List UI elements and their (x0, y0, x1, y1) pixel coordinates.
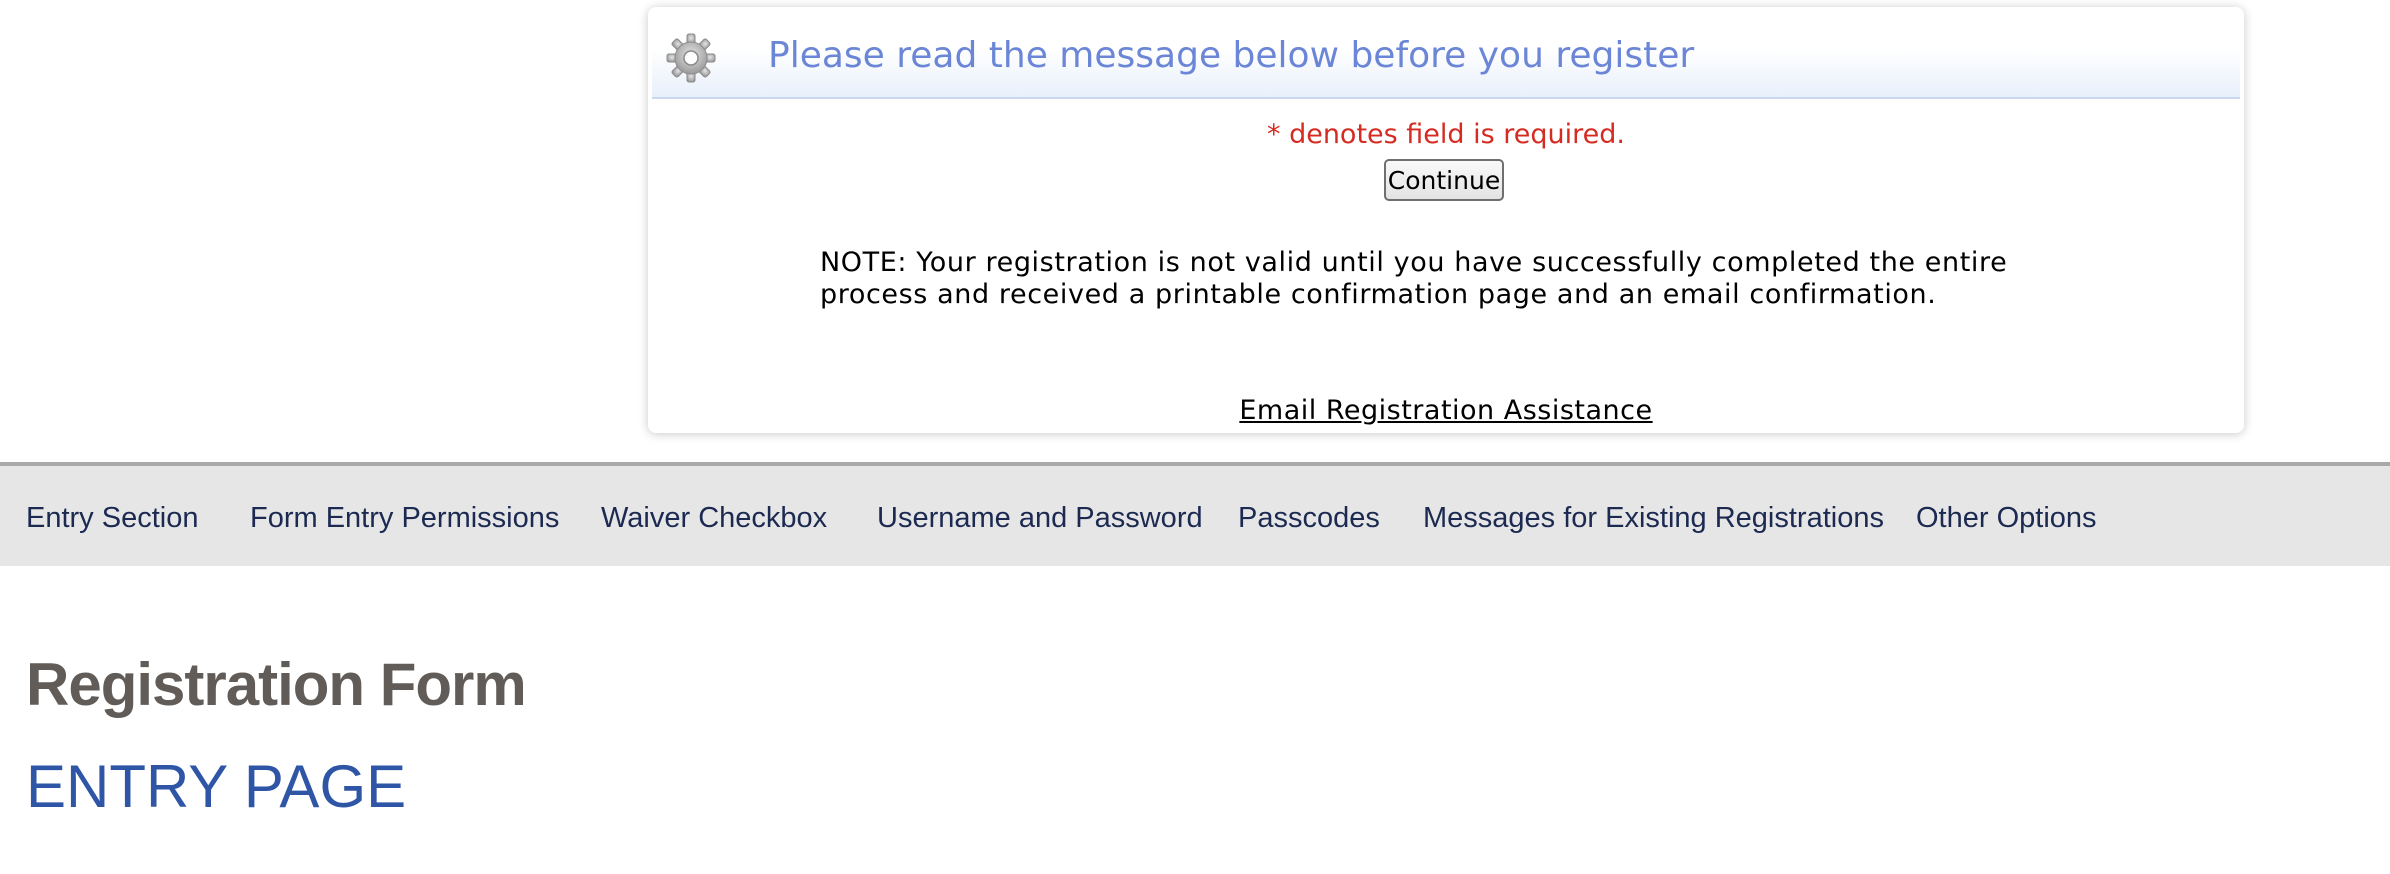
section-nav-bar: Entry Section Form Entry Permissions Wai… (0, 462, 2390, 566)
registration-notice-panel: Please read the message below before you… (648, 7, 2244, 433)
page-subtitle: ENTRY PAGE (26, 753, 407, 820)
continue-button[interactable]: Continue (1384, 159, 1504, 201)
panel-title: Please read the message below before you… (768, 35, 1695, 76)
nav-item-username-and-password[interactable]: Username and Password (877, 502, 1203, 535)
page: Please read the message below before you… (0, 0, 2390, 874)
gear-icon (666, 33, 716, 83)
required-field-note: * denotes field is required. (1266, 119, 1625, 150)
page-title: Registration Form (26, 651, 527, 718)
email-registration-assistance-link[interactable]: Email Registration Assistance (1239, 395, 1652, 426)
nav-item-messages-for-existing-registrations[interactable]: Messages for Existing Registrations (1423, 502, 1884, 535)
assistance-link-row: Email Registration Assistance (648, 395, 2244, 426)
nav-item-entry-section[interactable]: Entry Section (26, 502, 198, 535)
nav-item-form-entry-permissions[interactable]: Form Entry Permissions (250, 502, 559, 535)
registration-note: NOTE: Your registration is not valid unt… (820, 247, 2008, 310)
nav-item-passcodes[interactable]: Passcodes (1238, 502, 1380, 535)
nav-item-other-options[interactable]: Other Options (1916, 502, 2097, 535)
nav-item-waiver-checkbox[interactable]: Waiver Checkbox (601, 502, 827, 535)
panel-header: Please read the message below before you… (652, 9, 2240, 99)
